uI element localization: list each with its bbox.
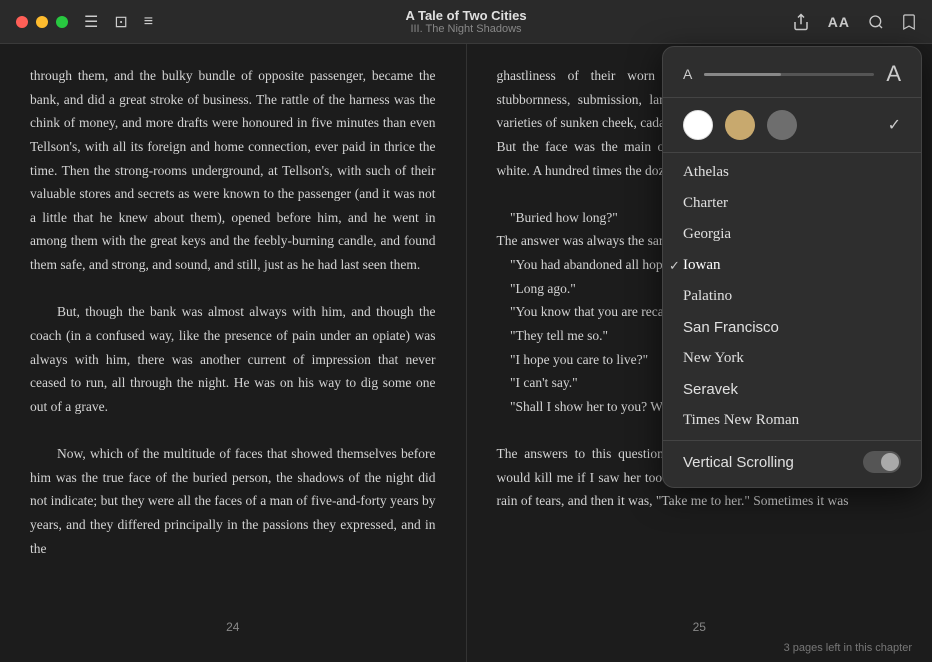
font-name: Seravek [683,381,738,398]
font-item-palatino[interactable]: Palatino [663,281,921,312]
theme-gray[interactable] [767,110,797,140]
page-number-left: 24 [226,620,239,634]
font-item-charter[interactable]: Charter [663,188,921,219]
font-name: Iowan [683,257,721,274]
vertical-scrolling-toggle[interactable] [863,451,901,473]
font-list: Athelas Charter Georgia ✓ Iowan Palatino… [663,153,921,440]
font-name: Times New Roman [683,412,799,429]
chapter-title: III. The Night Shadows [405,23,526,35]
font-name: Palatino [683,288,732,305]
toolbar-left: ☰ ⊡ ≡ [16,12,153,32]
font-size-small-label: A [683,66,692,82]
pages-left-label: 3 pages left in this chapter [784,642,912,654]
font-name: Georgia [683,226,731,243]
font-panel: A A ✓ Athelas Charter [662,46,922,488]
selected-check-icon: ✓ [669,258,680,274]
font-item-georgia[interactable]: Georgia [663,219,921,250]
page-number-right: 25 [693,620,706,634]
share-icon[interactable] [792,13,810,31]
list-icon[interactable]: ☰ [84,12,98,32]
font-size-slider-fill [704,73,780,76]
minimize-button[interactable] [36,16,48,28]
sidebar-icon[interactable]: ⊡ [114,12,127,32]
reader-icon[interactable]: ≡ [144,13,153,31]
font-item-iowan[interactable]: ✓ Iowan [663,250,921,281]
font-size-slider[interactable] [704,73,874,76]
traffic-lights [16,16,68,28]
theme-sepia[interactable] [725,110,755,140]
vertical-scrolling-label: Vertical Scrolling [683,454,794,471]
font-item-seravek[interactable]: Seravek [663,374,921,405]
font-size-icon[interactable]: AA [828,14,850,30]
font-size-large-label: A [886,61,901,87]
bookmark-icon[interactable] [902,13,916,31]
toggle-knob [881,453,899,471]
maximize-button[interactable] [56,16,68,28]
font-name: Athelas [683,164,729,181]
vertical-scrolling-row: Vertical Scrolling [663,440,921,487]
theme-check-icon: ✓ [888,115,901,135]
theme-circles [683,110,797,140]
font-item-athelas[interactable]: Athelas [663,157,921,188]
page-left-text: through them, and the bulky bundle of op… [30,64,436,560]
font-size-row: A A [663,47,921,97]
font-item-new-york[interactable]: New York [663,343,921,374]
font-name: New York [683,350,744,367]
title-bar: ☰ ⊡ ≡ A Tale of Two Cities III. The Nigh… [0,0,932,44]
close-button[interactable] [16,16,28,28]
font-name: San Francisco [683,319,779,336]
content-area: through them, and the bulky bundle of op… [0,44,932,662]
font-name: Charter [683,195,728,212]
window-title-area: A Tale of Two Cities III. The Night Shad… [405,8,526,35]
page-left: through them, and the bulky bundle of op… [0,44,467,662]
search-icon[interactable] [868,14,884,30]
theme-row: ✓ [663,98,921,152]
font-item-san-francisco[interactable]: San Francisco [663,312,921,343]
toolbar-right: AA [792,13,916,31]
font-item-times-new-roman[interactable]: Times New Roman [663,405,921,436]
book-title: A Tale of Two Cities [405,8,526,23]
theme-white[interactable] [683,110,713,140]
status-bar: 3 pages left in this chapter [784,642,912,654]
